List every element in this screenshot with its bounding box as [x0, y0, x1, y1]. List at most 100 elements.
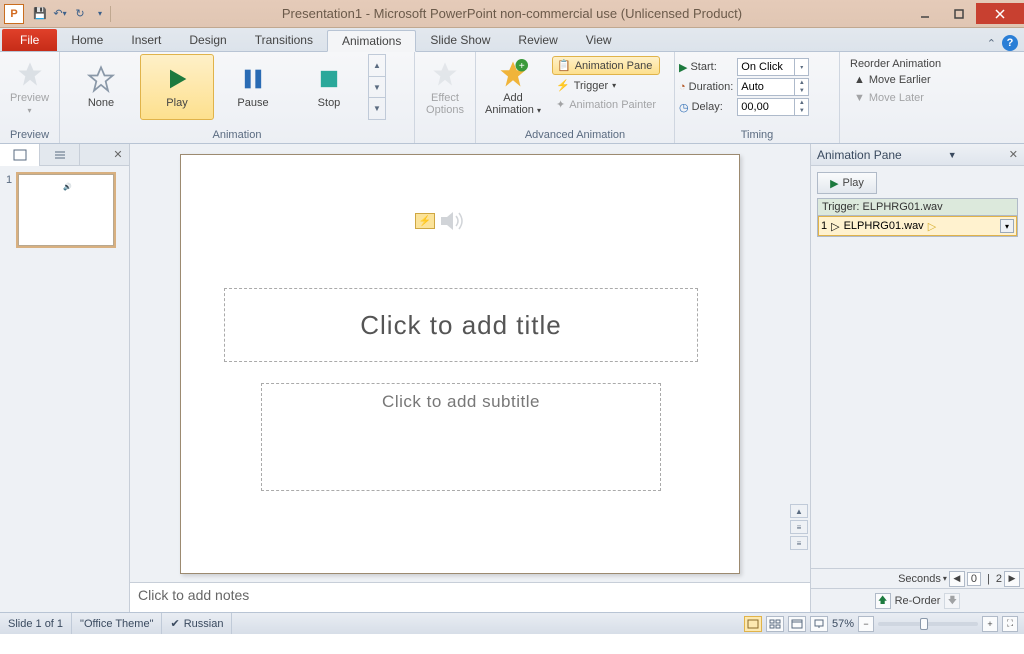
- normal-view-button[interactable]: [744, 616, 762, 632]
- tab-transitions[interactable]: Transitions: [241, 29, 327, 51]
- gallery-up-icon[interactable]: ▲: [369, 55, 385, 77]
- animation-group-label: Animation: [64, 128, 410, 143]
- animation-painter-label: Animation Painter: [569, 99, 656, 111]
- thumbnail-audio-icon: 🔊: [63, 183, 72, 191]
- trigger-lightning-icon: ⚡: [556, 79, 570, 92]
- redo-icon[interactable]: ↻: [72, 6, 88, 22]
- animation-stop[interactable]: Stop: [292, 54, 366, 120]
- timeline-next-button[interactable]: ▶: [1004, 571, 1020, 587]
- effect-options-star-icon: [429, 58, 461, 90]
- minimize-ribbon-icon[interactable]: ⌃: [987, 37, 996, 50]
- zoom-out-button[interactable]: −: [858, 616, 874, 632]
- timing-delay-field[interactable]: 00,00▲▼: [737, 98, 809, 116]
- sorter-view-button[interactable]: [766, 616, 784, 632]
- tab-file[interactable]: File: [2, 29, 57, 51]
- timing-delay-label: Delay:: [692, 101, 723, 113]
- audio-object[interactable]: ⚡: [415, 209, 465, 233]
- tab-design[interactable]: Design: [175, 29, 240, 51]
- status-language[interactable]: ✔ Russian: [162, 613, 232, 634]
- animation-pane-button[interactable]: 📋 Animation Pane: [552, 56, 660, 75]
- animation-pane-button-label: Animation Pane: [575, 60, 653, 72]
- animation-list-item[interactable]: 1 ▷ ELPHRG01.wav ▷ ▾: [818, 216, 1017, 236]
- animation-painter-button[interactable]: ✦ Animation Painter: [552, 96, 660, 113]
- play-icon: ▶: [830, 177, 838, 190]
- gallery-more-icon[interactable]: ▼: [369, 98, 385, 119]
- qat-dropdown-icon[interactable]: ▾: [92, 6, 108, 22]
- preview-button[interactable]: Preview▾: [4, 54, 55, 120]
- effect-options-button[interactable]: Effect Options: [419, 54, 471, 120]
- fit-to-window-button[interactable]: ⛶: [1002, 616, 1018, 632]
- tab-home[interactable]: Home: [57, 29, 117, 51]
- zoom-value[interactable]: 57%: [832, 618, 854, 630]
- tab-animations[interactable]: Animations: [327, 30, 416, 52]
- tab-view[interactable]: View: [572, 29, 626, 51]
- save-icon[interactable]: 💾: [32, 6, 48, 22]
- animation-pane-close-icon[interactable]: ✕: [1009, 148, 1018, 161]
- timeline-prev-button[interactable]: ◀: [949, 571, 965, 587]
- thumbnails-tab[interactable]: [0, 144, 40, 166]
- help-icon[interactable]: ?: [1002, 35, 1018, 51]
- animation-play[interactable]: Play: [140, 54, 214, 120]
- scroll-prev-icon[interactable]: ≡: [790, 520, 808, 534]
- maximize-button[interactable]: [942, 3, 976, 24]
- animation-gallery-scroll[interactable]: ▲ ▼ ▼: [368, 54, 386, 120]
- animation-badge-lightning-icon: ⚡: [415, 213, 435, 229]
- duration-clock-icon: ◔: [679, 81, 686, 93]
- timing-start-label: Start:: [690, 61, 716, 73]
- animation-pane-dropdown-icon[interactable]: ▼: [948, 150, 957, 160]
- animation-timeline-footer: Seconds ▾ ◀ 0 | 2 ▶: [811, 568, 1024, 588]
- app-icon: P: [4, 4, 24, 24]
- start-play-icon: ▶: [679, 61, 687, 74]
- move-later-button[interactable]: ▼Move Later: [850, 90, 941, 106]
- animation-pane-icon: 📋: [557, 59, 571, 72]
- workspace: ✕ 1 🔊 ⚡ Click to add title Click to add …: [0, 144, 1024, 612]
- animation-none[interactable]: None: [64, 54, 138, 120]
- undo-icon[interactable]: ↶▾: [52, 6, 68, 22]
- preview-label: Preview: [10, 92, 49, 104]
- trigger-button[interactable]: ⚡ Trigger ▾: [552, 77, 660, 94]
- reading-view-button[interactable]: [788, 616, 806, 632]
- subtitle-placeholder[interactable]: Click to add subtitle: [261, 383, 661, 491]
- reorder-up-button[interactable]: 🡅: [875, 593, 891, 609]
- trigger-label: Trigger: [574, 80, 608, 92]
- slide[interactable]: ⚡ Click to add title Click to add subtit…: [180, 154, 740, 574]
- ribbon-tabs: File Home Insert Design Transitions Anim…: [0, 28, 1024, 52]
- timing-start-field[interactable]: On Click▾: [737, 58, 809, 76]
- close-button[interactable]: [976, 3, 1024, 24]
- scroll-up-icon[interactable]: ▲: [790, 504, 808, 518]
- reorder-title: Reorder Animation: [850, 58, 941, 70]
- slide-thumbnail-1[interactable]: 1 🔊: [0, 166, 129, 254]
- outline-tab[interactable]: [40, 144, 80, 166]
- animation-stop-label: Stop: [318, 97, 341, 109]
- gallery-down-icon[interactable]: ▼: [369, 77, 385, 99]
- animation-pane-play-button[interactable]: ▶ Play: [817, 172, 877, 194]
- preview-star-icon: [14, 58, 46, 90]
- zoom-slider[interactable]: [878, 622, 978, 626]
- animation-item-dropdown-icon[interactable]: ▾: [1000, 219, 1014, 233]
- tab-review[interactable]: Review: [504, 29, 571, 51]
- animation-pause[interactable]: Pause: [216, 54, 290, 120]
- tab-slideshow[interactable]: Slide Show: [416, 29, 504, 51]
- zoom-in-button[interactable]: +: [982, 616, 998, 632]
- title-bar: P 💾 ↶▾ ↻ ▾ Presentation1 - Microsoft Pow…: [0, 0, 1024, 28]
- slideshow-view-button[interactable]: [810, 616, 828, 632]
- advanced-animation-group-label: Advanced Animation: [480, 128, 670, 143]
- move-earlier-button[interactable]: ▲Move Earlier: [850, 72, 941, 88]
- animation-list: Trigger: ELPHRG01.wav 1 ▷ ELPHRG01.wav ▷…: [817, 198, 1018, 237]
- animation-none-label: None: [88, 97, 114, 109]
- timing-duration-field[interactable]: Auto▲▼: [737, 78, 809, 96]
- qat-separator: [110, 6, 111, 22]
- thumbnail-panel-close-icon[interactable]: ✕: [107, 148, 129, 161]
- minimize-button[interactable]: [908, 3, 942, 24]
- tab-insert[interactable]: Insert: [117, 29, 175, 51]
- thumbnail-image: 🔊: [18, 174, 114, 246]
- animation-pause-label: Pause: [237, 97, 268, 109]
- notes-area[interactable]: Click to add notes: [130, 582, 810, 612]
- reorder-down-button[interactable]: 🡇: [944, 593, 960, 609]
- add-animation-button[interactable]: + Add Animation ▾: [480, 54, 546, 120]
- thumbnail-number: 1: [6, 174, 12, 246]
- zoom-handle[interactable]: [920, 618, 928, 630]
- scroll-next-icon[interactable]: ≡: [790, 536, 808, 550]
- spellcheck-icon: ✔: [170, 617, 179, 630]
- title-placeholder[interactable]: Click to add title: [224, 288, 698, 362]
